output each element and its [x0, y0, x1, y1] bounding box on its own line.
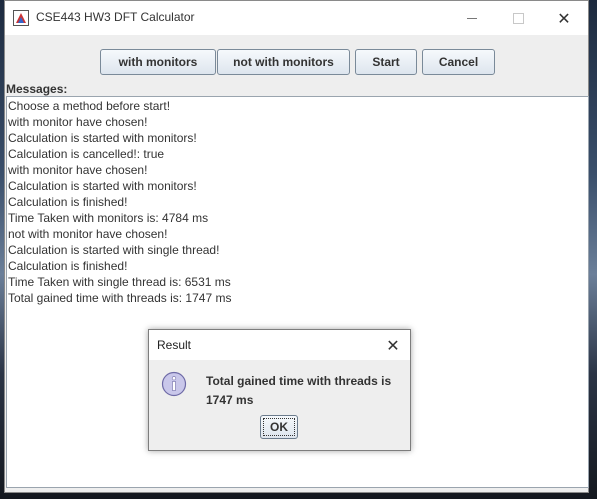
close-icon: ✕ [557, 8, 571, 28]
close-icon: ✕ [386, 335, 400, 355]
message-line: Calculation is started with single threa… [8, 243, 220, 257]
message-line: Calculation is finished! [8, 195, 128, 209]
dialog-title: Result [157, 338, 192, 352]
java-app-icon [13, 10, 29, 26]
message-line: Total gained time with threads is: 1747 … [8, 291, 232, 305]
ok-button[interactable]: OK [260, 415, 298, 439]
message-line: Calculation is finished! [8, 259, 128, 273]
maximize-icon [512, 12, 524, 24]
message-line: Calculation is started with monitors! [8, 131, 197, 145]
title-bar[interactable]: CSE443 HW3 DFT Calculator ✕ [5, 1, 588, 35]
dialog-message: Total gained time with threads is 1747 m… [206, 372, 396, 410]
dialog-message-line1: Total gained time with threads is [206, 374, 392, 388]
message-line: Time Taken with monitors is: 4784 ms [8, 211, 209, 225]
maximize-button [495, 1, 541, 35]
message-line: with monitor have chosen! [8, 163, 148, 177]
message-line: not with monitor have chosen! [8, 227, 168, 241]
message-line: Time Taken with single thread is: 6531 m… [8, 275, 231, 289]
dialog-close-button[interactable]: ✕ [380, 332, 406, 358]
message-line: with monitor have chosen! [8, 115, 148, 129]
message-line: Choose a method before start! [8, 99, 171, 113]
minimize-button[interactable] [449, 1, 495, 35]
message-line: Calculation is cancelled!: true [8, 147, 165, 161]
message-line: Calculation is started with monitors! [8, 179, 197, 193]
window-title: CSE443 HW3 DFT Calculator [36, 10, 195, 24]
close-button[interactable]: ✕ [541, 1, 587, 35]
not-with-monitors-button[interactable]: not with monitors [217, 49, 350, 75]
info-icon [161, 371, 187, 397]
minimize-icon [467, 17, 477, 19]
start-button[interactable]: Start [355, 49, 417, 75]
messages-list: Choose a method before start! with monit… [8, 98, 231, 306]
dialog-title-bar[interactable]: Result ✕ [149, 330, 410, 360]
with-monitors-button[interactable]: with monitors [100, 49, 216, 75]
cancel-button[interactable]: Cancel [422, 49, 495, 75]
result-dialog: Result ✕ Total gained time with threads … [148, 329, 411, 451]
messages-label: Messages: [6, 82, 68, 96]
dialog-message-line2: 1747 ms [206, 393, 254, 407]
